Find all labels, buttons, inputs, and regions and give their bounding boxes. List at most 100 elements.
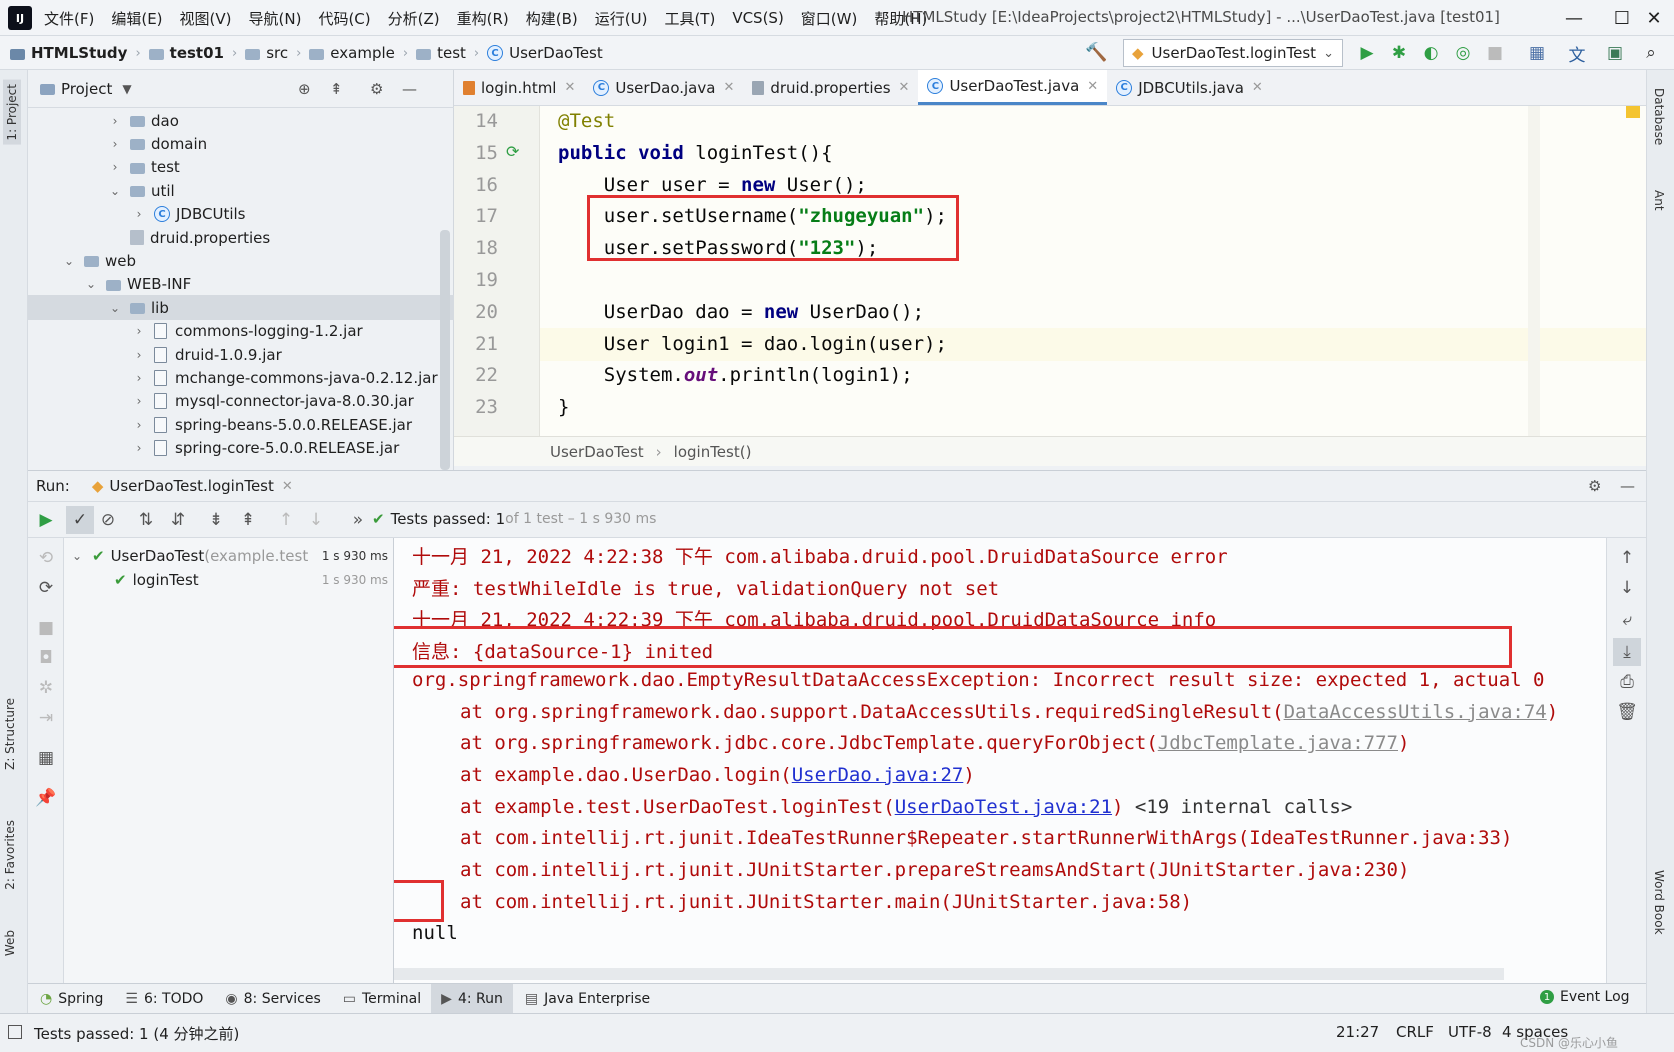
- event-log-tab[interactable]: 1 Event Log: [1540, 989, 1630, 1005]
- tree-item[interactable]: › druid-1.0.9.jar: [28, 342, 454, 367]
- breadcrumb-item[interactable]: src: [245, 44, 288, 62]
- show-passed-icon[interactable]: ✓: [66, 506, 94, 534]
- layout-icon[interactable]: ▦: [36, 748, 56, 768]
- expand-arrow-icon[interactable]: ›: [108, 114, 122, 128]
- web-tool-tab[interactable]: Web: [3, 930, 17, 956]
- prev-failed-icon[interactable]: ↑: [276, 510, 296, 530]
- editor-tab[interactable]: login.html ✕: [454, 70, 584, 105]
- camera-icon[interactable]: ◘: [36, 648, 56, 668]
- project-structure-icon[interactable]: ▦: [1526, 42, 1548, 64]
- caret-position[interactable]: 21:27: [1336, 1023, 1379, 1041]
- toggle-tool-windows-icon[interactable]: [8, 1025, 22, 1039]
- scroll-to-end-icon[interactable]: ⤓: [1613, 638, 1641, 666]
- toggle-autotest-icon[interactable]: ⟳: [36, 578, 56, 598]
- tool-tab-spring[interactable]: ◔ Spring: [40, 991, 103, 1007]
- tree-item[interactable]: › mysql-connector-java-8.0.30.jar: [28, 389, 454, 414]
- down-arrow-icon[interactable]: ↓: [1617, 578, 1637, 598]
- run-icon[interactable]: ▶: [1356, 42, 1378, 64]
- close-window-icon[interactable]: ✕: [1634, 0, 1674, 36]
- terminal-toggle-icon[interactable]: ▣: [1604, 42, 1626, 64]
- expand-arrow-icon[interactable]: ›: [132, 394, 146, 408]
- close-tab-icon[interactable]: ✕: [723, 80, 734, 95]
- menu-item[interactable]: 视图(V): [180, 8, 232, 29]
- line-separator[interactable]: CRLF: [1396, 1023, 1434, 1041]
- menu-item[interactable]: 导航(N): [249, 8, 302, 29]
- debug-icon[interactable]: ✱: [1388, 42, 1410, 64]
- editor-scrollbar[interactable]: [1528, 106, 1540, 436]
- breadcrumb-class[interactable]: UserDaoTest: [550, 443, 644, 461]
- menu-item[interactable]: 窗口(W): [801, 8, 858, 29]
- tree-item[interactable]: ⌄ util: [28, 178, 454, 203]
- tree-item[interactable]: › spring-beans-5.0.0.RELEASE.jar: [28, 412, 454, 437]
- breadcrumb-item[interactable]: test01: [148, 44, 224, 62]
- expand-arrow-icon[interactable]: ⌄: [84, 277, 98, 291]
- breadcrumb-item[interactable]: example: [309, 44, 395, 62]
- collapse-all-icon[interactable]: ⇞: [238, 510, 258, 530]
- menu-item[interactable]: VCS(S): [732, 9, 783, 27]
- stop-icon[interactable]: ■: [36, 618, 56, 638]
- minimize-icon[interactable]: —: [1550, 0, 1598, 36]
- breadcrumb-item[interactable]: HTMLStudy: [10, 44, 127, 62]
- test-tree-item[interactable]: ⌄ ✔ UserDaoTest (example.test 1 s 930 ms: [64, 544, 394, 568]
- menu-item[interactable]: 分析(Z): [388, 8, 440, 29]
- database-tool-tab[interactable]: Database: [1652, 88, 1666, 145]
- editor-tab[interactable]: druid.properties ✕: [743, 70, 918, 105]
- pin-icon[interactable]: 📌: [35, 788, 56, 808]
- structure-tool-tab[interactable]: Z: Structure: [3, 698, 17, 770]
- file-encoding[interactable]: UTF-8: [1448, 1023, 1492, 1041]
- project-title[interactable]: Project: [61, 80, 112, 98]
- up-arrow-icon[interactable]: ↑: [1617, 548, 1637, 568]
- editor-tab[interactable]: C JDBCUtils.java ✕: [1107, 70, 1272, 105]
- show-ignored-icon[interactable]: ⊘: [98, 510, 118, 530]
- tree-item[interactable]: › dao: [28, 108, 454, 133]
- menu-item[interactable]: 运行(U): [595, 8, 648, 29]
- tree-item[interactable]: druid.properties: [28, 225, 454, 250]
- menu-item[interactable]: 代码(C): [318, 8, 370, 29]
- close-tab-icon[interactable]: ✕: [1087, 79, 1098, 94]
- close-tab-icon[interactable]: ✕: [564, 80, 575, 95]
- expand-arrow-icon[interactable]: ›: [108, 137, 122, 151]
- expand-arrow-icon[interactable]: ⌄: [108, 184, 122, 198]
- sort-alpha-icon[interactable]: ⇅: [136, 510, 156, 530]
- breadcrumb-item[interactable]: test: [416, 44, 466, 62]
- collapse-arrow-icon[interactable]: ⌄: [70, 549, 84, 563]
- soft-wrap-icon[interactable]: ⤶: [1617, 610, 1637, 630]
- tree-item[interactable]: › C JDBCUtils: [28, 202, 454, 227]
- editor-tab[interactable]: C UserDaoTest.java ✕: [918, 70, 1108, 105]
- settings-icon[interactable]: ✲: [36, 678, 56, 698]
- test-tree-item[interactable]: ✔ loginTest 1 s 930 ms: [64, 568, 394, 592]
- profile-icon[interactable]: ◎: [1452, 42, 1474, 64]
- coverage-icon[interactable]: ◐: [1420, 42, 1442, 64]
- menu-item[interactable]: 文件(F): [44, 8, 94, 29]
- project-tool-tab[interactable]: 1: Project: [3, 80, 21, 145]
- menu-item[interactable]: 编辑(E): [111, 8, 162, 29]
- expand-arrow-icon[interactable]: ›: [132, 371, 146, 385]
- close-tab-icon[interactable]: ✕: [282, 479, 293, 494]
- menu-item[interactable]: 工具(T): [664, 8, 715, 29]
- editor-tab[interactable]: C UserDao.java ✕: [584, 70, 743, 105]
- locate-icon[interactable]: ⊕: [298, 80, 311, 98]
- close-tab-icon[interactable]: ✕: [899, 80, 910, 95]
- tool-tab-8-services[interactable]: ◉ 8: Services: [225, 991, 320, 1007]
- console-hscrollbar[interactable]: [394, 968, 1504, 980]
- search-icon[interactable]: ⌕: [1640, 42, 1662, 64]
- run-tab-title[interactable]: UserDaoTest.loginTest: [109, 477, 274, 495]
- tree-item[interactable]: ⌄ lib: [28, 295, 454, 321]
- warning-marker-icon[interactable]: [1626, 106, 1640, 118]
- hide-panel-icon[interactable]: —: [1620, 477, 1635, 495]
- expand-arrow-icon[interactable]: ⌄: [108, 301, 122, 315]
- print-icon[interactable]: ⎙: [1617, 672, 1637, 692]
- rerun-icon[interactable]: ▶: [36, 510, 56, 530]
- code-editor[interactable]: ⟳ 14 15 16 17 18 19 20 21 22 23 @Test public void …: [454, 106, 1646, 436]
- more-icon[interactable]: »: [348, 510, 368, 530]
- wordbook-tool-tab[interactable]: Word Book: [1652, 870, 1666, 935]
- tool-tab-4-run[interactable]: ▶ 4: Run: [431, 983, 513, 1014]
- expand-arrow-icon[interactable]: ›: [132, 418, 146, 432]
- close-tab-icon[interactable]: ✕: [1252, 80, 1263, 95]
- tree-item[interactable]: › spring-core-5.0.0.RELEASE.jar: [28, 436, 454, 461]
- expand-arrow-icon[interactable]: ›: [108, 160, 122, 174]
- stop-icon[interactable]: ■: [1484, 42, 1506, 64]
- translate-icon[interactable]: 文: [1566, 42, 1588, 66]
- expand-arrow-icon[interactable]: ›: [132, 348, 146, 362]
- status-message[interactable]: Tests passed: 1 (4 分钟之前): [34, 1023, 239, 1044]
